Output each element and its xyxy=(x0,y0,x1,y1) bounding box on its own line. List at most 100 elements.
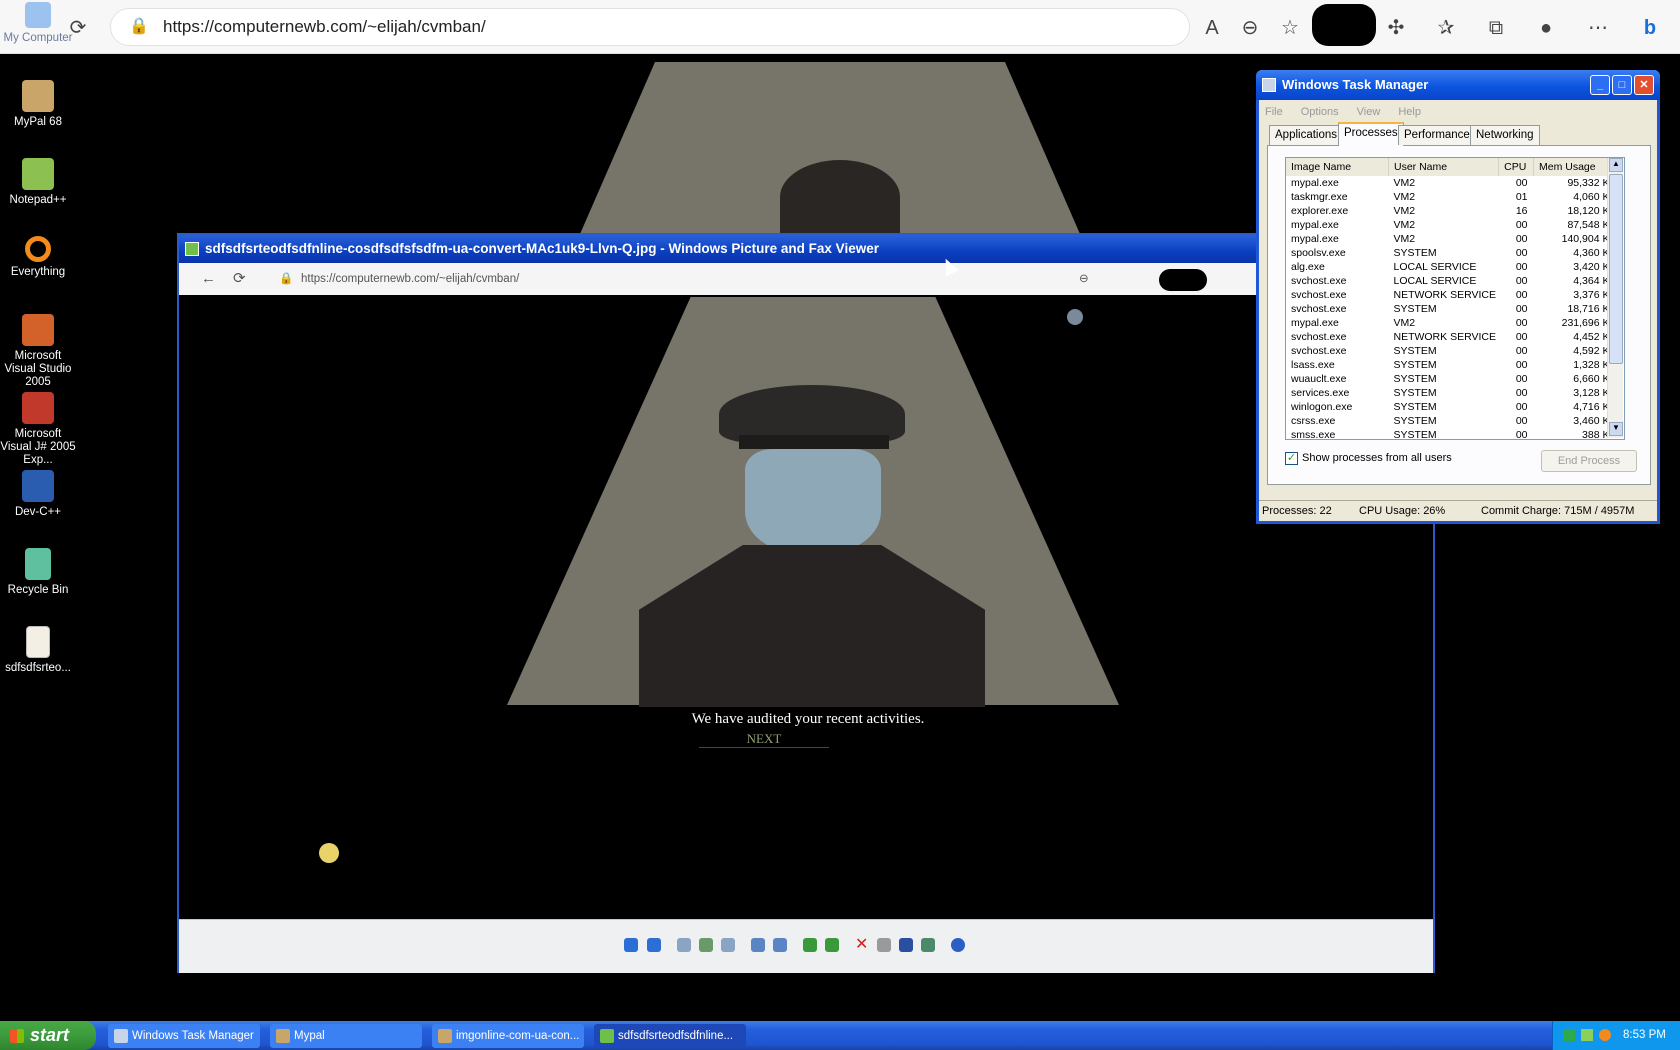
back-arrow-icon[interactable]: ← xyxy=(201,263,216,295)
add-favorite-icon[interactable]: ☆ xyxy=(1276,14,1304,42)
tray-icon-safety[interactable] xyxy=(1581,1029,1593,1041)
desktop-icon-visual-jsharp[interactable]: Microsoft Visual J# 2005 Exp... xyxy=(0,392,76,467)
process-row[interactable]: winlogon.exe SYSTEM 00 4,716 K xyxy=(1286,400,1616,414)
tab-networking[interactable]: Networking xyxy=(1470,125,1540,145)
cell-mem-usage: 3,376 K xyxy=(1573,289,1610,301)
menu-help[interactable]: Help xyxy=(1398,106,1421,118)
process-row[interactable]: lsass.exe SYSTEM 00 1,328 K xyxy=(1286,358,1616,372)
rotate-clockwise-icon[interactable] xyxy=(803,938,817,952)
process-row[interactable]: svchost.exe SYSTEM 00 18,716 K xyxy=(1286,302,1616,316)
column-cpu[interactable]: CPU xyxy=(1498,158,1534,176)
process-table: Image Name User Name CPU Mem Usage mypal… xyxy=(1286,158,1616,440)
process-row[interactable]: taskmgr.exe VM2 01 4,060 K xyxy=(1286,190,1616,204)
zoom-out-icon[interactable] xyxy=(773,938,787,952)
rotate-counterclockwise-icon[interactable] xyxy=(825,938,839,952)
process-list[interactable]: Image Name User Name CPU Mem Usage mypal… xyxy=(1285,157,1625,440)
taskbar-button-task-manager[interactable]: Windows Task Manager xyxy=(108,1024,260,1048)
more-menu-icon[interactable]: ⋯ xyxy=(1584,14,1612,42)
process-row[interactable]: wuauclt.exe SYSTEM 00 6,660 K xyxy=(1286,372,1616,386)
process-row[interactable]: mypal.exe VM2 00 95,332 K xyxy=(1286,176,1616,190)
task-manager-window[interactable]: Windows Task Manager _ □ ✕ File Options Vi… xyxy=(1256,70,1660,524)
viewer-titlebar[interactable]: sdfsdfsrteodfsdfnline-cosdfsdfsfsdfm-ua-… xyxy=(179,235,1433,263)
help-icon[interactable] xyxy=(951,938,965,952)
scroll-up-icon[interactable]: ▲ xyxy=(1609,158,1623,172)
refresh-icon[interactable]: ⟳ xyxy=(233,263,246,295)
menu-view[interactable]: View xyxy=(1357,106,1381,118)
edit-icon[interactable] xyxy=(921,938,935,952)
process-row[interactable]: spoolsv.exe SYSTEM 00 4,360 K xyxy=(1286,246,1616,260)
collections-icon[interactable]: ⧉ xyxy=(1482,14,1510,42)
process-row[interactable]: svchost.exe NETWORK SERVICE 00 3,376 K xyxy=(1286,288,1616,302)
cell-mem-usage: 4,360 K xyxy=(1573,247,1610,259)
tab-performance[interactable]: Performance xyxy=(1398,125,1476,145)
desktop-icon-notepadpp[interactable]: Notepad++ xyxy=(0,158,76,207)
minimize-button[interactable]: _ xyxy=(1590,75,1610,95)
desktop-icon-everything[interactable]: Everything xyxy=(0,236,76,279)
tab-processes[interactable]: Processes xyxy=(1338,122,1404,146)
maximize-button[interactable]: □ xyxy=(1612,75,1632,95)
cell-mem-usage: 18,716 K xyxy=(1567,303,1610,315)
address-bar[interactable]: 🔒 https://computernewb.com/~elijah/cvmba… xyxy=(110,8,1190,46)
slideshow-icon[interactable] xyxy=(721,938,735,952)
desktop-icon-image-file[interactable]: sdfsdfsrteo... xyxy=(0,626,76,675)
task-manager-titlebar[interactable]: Windows Task Manager _ □ ✕ xyxy=(1256,70,1660,100)
taskbar-button-picture-viewer[interactable]: sdfsdfsrteodfsdfnline... xyxy=(594,1024,746,1048)
scroll-down-icon[interactable]: ▼ xyxy=(1609,422,1623,436)
close-button[interactable]: ✕ xyxy=(1634,75,1654,95)
cell-mem-usage: 4,452 K xyxy=(1573,331,1610,343)
tray-icon-everything[interactable] xyxy=(1599,1029,1611,1041)
desktop-icon-recycle-bin[interactable]: Recycle Bin xyxy=(0,548,76,597)
picture-viewer-window[interactable]: sdfsdfsrteodfsdfnline-cosdfsdfsfsdfm-ua-… xyxy=(177,233,1435,973)
column-image-name[interactable]: Image Name xyxy=(1286,158,1389,176)
desktop-icon-devcpp[interactable]: Dev-C++ xyxy=(0,470,76,519)
process-row[interactable]: mypal.exe VM2 00 87,548 K xyxy=(1286,218,1616,232)
delete-icon[interactable]: ✕ xyxy=(855,937,869,953)
previous-image-icon[interactable] xyxy=(624,938,638,952)
process-row[interactable]: mypal.exe VM2 00 140,904 K xyxy=(1286,232,1616,246)
profile-avatar-icon[interactable]: ● xyxy=(1532,14,1560,42)
cell-cpu: 00 xyxy=(1515,317,1528,329)
zoom-out-icon[interactable]: ⊖ xyxy=(1236,14,1264,42)
process-row[interactable]: alg.exe LOCAL SERVICE 00 3,420 K xyxy=(1286,260,1616,274)
next-button[interactable]: NEXT xyxy=(699,731,829,748)
start-button[interactable]: start xyxy=(0,1021,96,1050)
tab-applications[interactable]: Applications xyxy=(1269,125,1344,145)
process-row[interactable]: svchost.exe NETWORK SERVICE 00 4,452 K xyxy=(1286,330,1616,344)
desktop-icon-visual-studio[interactable]: Microsoft Visual Studio 2005 xyxy=(0,314,76,389)
cell-user-name: VM2 xyxy=(1393,191,1416,203)
desktop-icon-mypal[interactable]: MyPal 68 xyxy=(0,80,76,129)
read-aloud-icon[interactable]: A xyxy=(1198,14,1226,42)
next-image-icon[interactable] xyxy=(647,938,661,952)
column-mem-usage[interactable]: Mem Usage xyxy=(1533,158,1616,176)
show-all-checkbox[interactable]: ✓ xyxy=(1285,452,1298,465)
taskbar-button-imgonline[interactable]: imgonline-com-ua-con... xyxy=(432,1024,584,1048)
process-row[interactable]: svchost.exe LOCAL SERVICE 00 4,364 K xyxy=(1286,274,1616,288)
save-icon[interactable] xyxy=(899,938,913,952)
end-process-button[interactable]: End Process xyxy=(1541,450,1637,472)
column-user-name[interactable]: User Name xyxy=(1388,158,1500,176)
bing-icon[interactable]: b xyxy=(1636,14,1664,42)
process-row[interactable]: explorer.exe VM2 16 18,120 K xyxy=(1286,204,1616,218)
menu-file[interactable]: File xyxy=(1265,106,1283,118)
best-fit-icon[interactable] xyxy=(677,938,691,952)
cell-mem-usage: 388 K xyxy=(1582,429,1610,440)
favorites-icon[interactable]: ✰ xyxy=(1432,14,1460,42)
print-icon[interactable] xyxy=(877,938,891,952)
menu-options[interactable]: Options xyxy=(1301,106,1339,118)
process-row[interactable]: services.exe SYSTEM 00 3,128 K xyxy=(1286,386,1616,400)
actual-size-icon[interactable] xyxy=(699,938,713,952)
cell-image-name: winlogon.exe xyxy=(1291,401,1353,413)
process-row[interactable]: mypal.exe VM2 00 231,696 K xyxy=(1286,316,1616,330)
zoom-in-icon[interactable] xyxy=(751,938,765,952)
scroll-thumb[interactable] xyxy=(1609,174,1623,364)
tray-icon-network[interactable] xyxy=(1563,1029,1575,1041)
taskbar-button-mypal[interactable]: Mypal xyxy=(270,1024,422,1048)
process-row[interactable]: smss.exe SYSTEM 00 388 K xyxy=(1286,428,1616,440)
cell-mem-usage: 4,716 K xyxy=(1573,401,1610,413)
process-row[interactable]: svchost.exe SYSTEM 00 4,592 K xyxy=(1286,344,1616,358)
process-list-scrollbar[interactable]: ▲ ▼ xyxy=(1607,158,1623,438)
extensions-icon[interactable]: ✣ xyxy=(1382,14,1410,42)
process-row[interactable]: csrss.exe SYSTEM 00 3,460 K xyxy=(1286,414,1616,428)
cell-user-name: NETWORK SERVICE xyxy=(1393,289,1496,301)
desktop-icon-my-computer[interactable]: My Computer xyxy=(0,2,76,45)
